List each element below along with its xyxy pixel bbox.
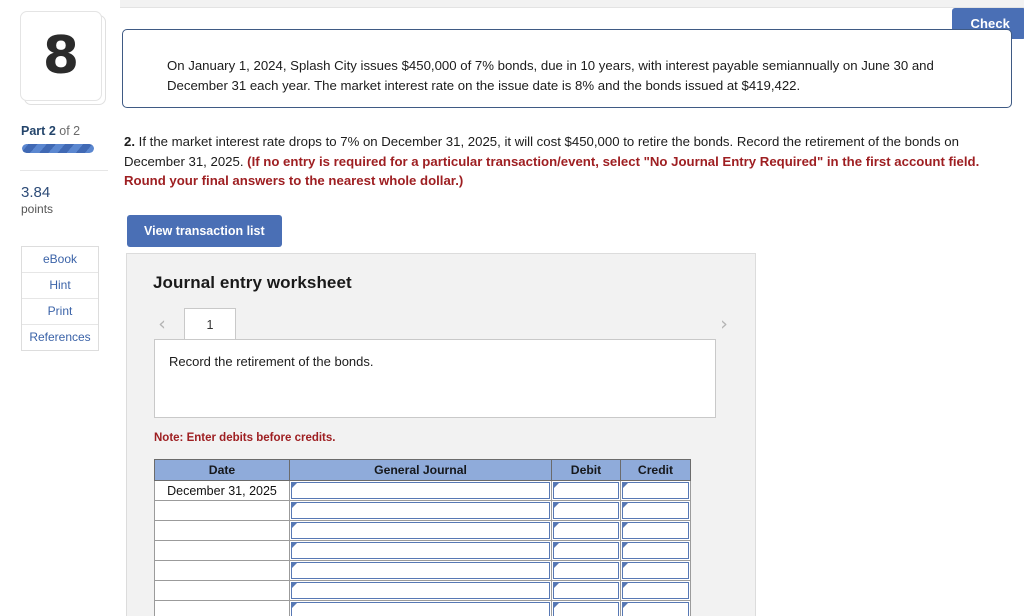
journal-entry-worksheet-panel: Journal entry worksheet ‹ 1 › Record the…: [126, 253, 756, 616]
input-credit[interactable]: [620, 560, 691, 581]
input-credit[interactable]: [620, 520, 691, 541]
input-general-journal[interactable]: [289, 560, 552, 581]
cell-date: December 31, 2025: [154, 480, 290, 501]
input-debit[interactable]: [551, 480, 621, 501]
table-row: [154, 600, 691, 616]
question-number: 8: [42, 26, 80, 86]
input-general-journal[interactable]: [289, 520, 552, 541]
worksheet-title: Journal entry worksheet: [153, 273, 352, 292]
requirement-instruction: 2. If the market interest rate drops to …: [124, 132, 1022, 191]
references-link[interactable]: References: [22, 325, 98, 350]
table-row: [154, 540, 691, 561]
input-credit[interactable]: [620, 600, 691, 616]
input-general-journal[interactable]: [289, 600, 552, 616]
sidebar: 8 Part 2 of 2 3.84 points eBook Hint Pri…: [0, 0, 120, 616]
part-progress-bar: [22, 144, 94, 153]
print-link[interactable]: Print: [22, 299, 98, 325]
column-header-debit: Debit: [551, 459, 621, 481]
cell-date: [154, 600, 290, 616]
journal-entry-table-body: December 31, 2025: [154, 480, 691, 616]
input-debit[interactable]: [551, 560, 621, 581]
table-row: December 31, 2025: [154, 480, 691, 501]
input-debit[interactable]: [551, 520, 621, 541]
column-header-date: Date: [154, 459, 290, 481]
debits-before-credits-note: Note: Enter debits before credits.: [154, 432, 336, 444]
input-debit[interactable]: [551, 600, 621, 616]
view-transaction-list-button[interactable]: View transaction list: [127, 215, 282, 247]
resource-links: eBook Hint Print References: [21, 246, 99, 351]
next-tab-arrow-icon[interactable]: ›: [715, 313, 733, 335]
cell-date: [154, 540, 290, 561]
table-row: [154, 500, 691, 521]
main-content: On January 1, 2024, Splash City issues $…: [122, 0, 1024, 616]
input-general-journal[interactable]: [289, 480, 552, 501]
points-value: 3.84: [21, 184, 51, 201]
worksheet-tabstrip: ‹ 1 ›: [153, 308, 733, 340]
input-general-journal[interactable]: [289, 500, 552, 521]
part-total: of 2: [59, 124, 81, 138]
input-debit[interactable]: [551, 540, 621, 561]
input-credit[interactable]: [620, 540, 691, 561]
problem-statement-box: On January 1, 2024, Splash City issues $…: [122, 29, 1012, 108]
requirement-emphasis: (If no entry is required for a particula…: [124, 153, 980, 189]
table-row: [154, 560, 691, 581]
worksheet-instruction: Record the retirement of the bonds.: [169, 354, 374, 369]
part-indicator: Part 2 of 2: [21, 124, 116, 138]
column-header-general-journal: General Journal: [289, 459, 552, 481]
journal-entry-table: Date General Journal Debit Credit Decemb…: [154, 459, 691, 616]
table-row: [154, 580, 691, 601]
input-credit[interactable]: [620, 580, 691, 601]
input-general-journal[interactable]: [289, 580, 552, 601]
part-progress-fill: [22, 144, 94, 153]
cell-date: [154, 560, 290, 581]
question-number-card: 8: [20, 11, 106, 105]
worksheet-tab-panel: Record the retirement of the bonds.: [154, 339, 716, 418]
sidebar-divider: [20, 170, 108, 171]
part-current: 2: [48, 124, 56, 138]
table-header-row: Date General Journal Debit Credit: [154, 459, 691, 481]
points-label: points: [21, 202, 54, 216]
problem-statement-text: On January 1, 2024, Splash City issues $…: [167, 58, 934, 93]
requirement-number: 2.: [124, 134, 135, 149]
table-row: [154, 520, 691, 541]
prev-tab-arrow-icon[interactable]: ‹: [153, 313, 171, 335]
part-prefix: Part: [21, 124, 46, 138]
input-credit[interactable]: [620, 480, 691, 501]
ebook-link[interactable]: eBook: [22, 247, 98, 273]
hint-link[interactable]: Hint: [22, 273, 98, 299]
column-header-credit: Credit: [620, 459, 691, 481]
worksheet-tab-1[interactable]: 1: [184, 308, 236, 340]
input-general-journal[interactable]: [289, 540, 552, 561]
input-debit[interactable]: [551, 500, 621, 521]
cell-date: [154, 520, 290, 541]
input-credit[interactable]: [620, 500, 691, 521]
input-debit[interactable]: [551, 580, 621, 601]
cell-date: [154, 580, 290, 601]
cell-date: [154, 500, 290, 521]
page-root: Check 8 Part 2 of 2 3.84 points eBook Hi…: [0, 0, 1024, 616]
